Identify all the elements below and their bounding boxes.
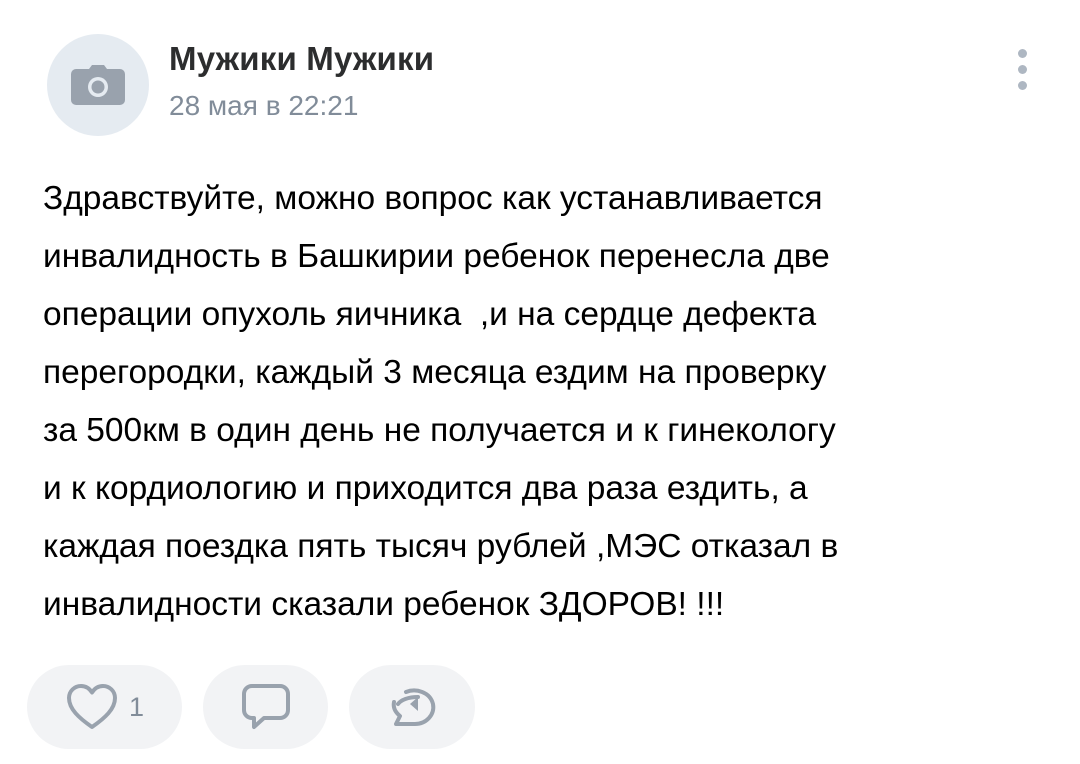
author-name[interactable]: Мужики Мужики bbox=[169, 40, 434, 78]
post-text-line: за 500км в один день не получается и к г… bbox=[43, 412, 836, 449]
post-card: Мужики Мужики 28 мая в 22:21 Здравствуйт… bbox=[0, 0, 1080, 764]
more-vertical-icon bbox=[1017, 48, 1027, 58]
heart-icon bbox=[65, 683, 119, 731]
post-text-line: и к кордиологию и приходится два раза ез… bbox=[43, 470, 808, 507]
like-count: 1 bbox=[128, 691, 145, 722]
comment-icon bbox=[240, 682, 292, 732]
like-button[interactable]: 1 bbox=[27, 665, 182, 749]
avatar[interactable] bbox=[47, 34, 149, 136]
post-text-line: каждая поездка пять тысяч рублей ,МЭС от… bbox=[43, 528, 839, 565]
more-vertical-icon-dot bbox=[1017, 80, 1027, 90]
post-text-line: операции опухоль яичника ,и на сердце де… bbox=[43, 296, 817, 333]
post-text-line: инвалидности сказали ребенок ЗДОРОВ! !!! bbox=[43, 586, 725, 623]
share-button[interactable] bbox=[349, 665, 475, 749]
post-text-line: перегородки, каждый 3 месяца ездим на пр… bbox=[43, 354, 827, 391]
camera-icon bbox=[71, 65, 125, 105]
post-text-line: Здравствуйте, можно вопрос как устанавли… bbox=[43, 180, 823, 217]
post-text-line: инвалидность в Башкирии ребенок перенесл… bbox=[43, 238, 830, 275]
share-icon bbox=[384, 682, 440, 732]
post-date[interactable]: 28 мая в 22:21 bbox=[169, 90, 358, 122]
more-menu-button[interactable] bbox=[1008, 44, 1036, 94]
post-text: Здравствуйте, можно вопрос как устанавли… bbox=[43, 170, 1043, 634]
comment-button[interactable] bbox=[203, 665, 328, 749]
more-vertical-icon-dot bbox=[1017, 64, 1027, 74]
